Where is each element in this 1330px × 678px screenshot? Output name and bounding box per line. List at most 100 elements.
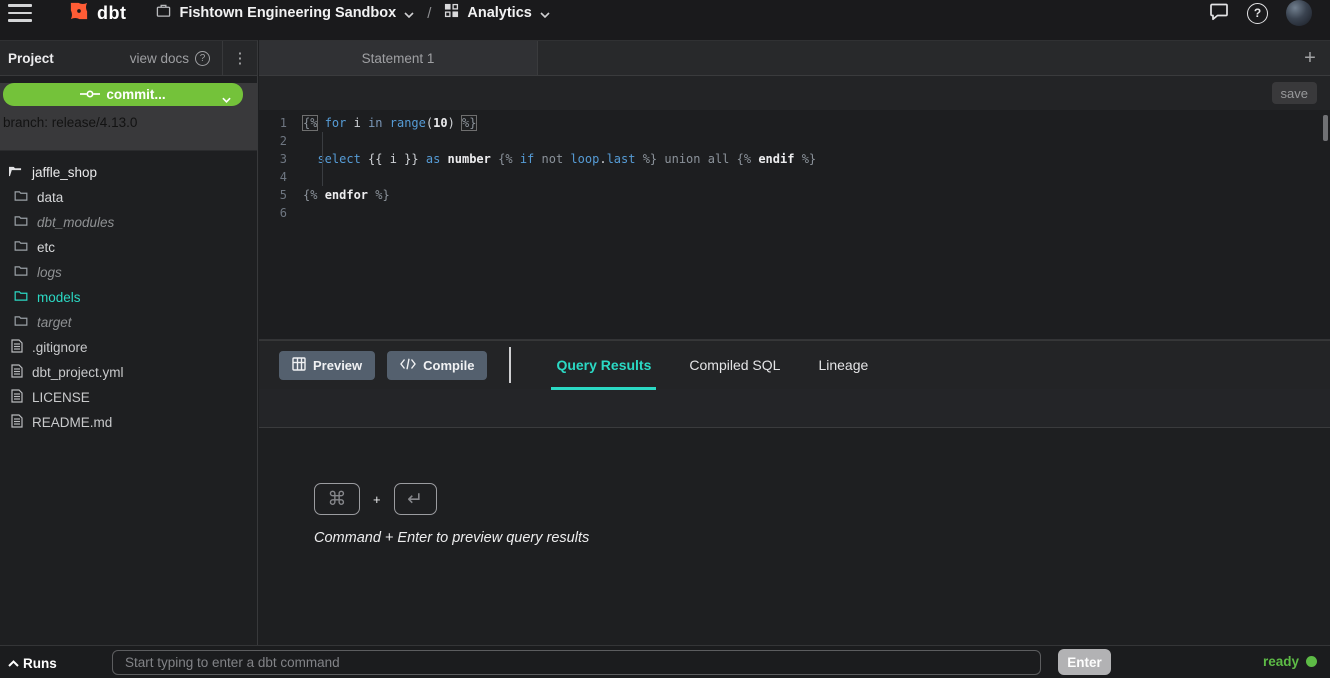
editor-scrollbar[interactable] [1323, 115, 1328, 141]
tree-item-label: LICENSE [32, 390, 90, 405]
breadcrumb-separator: / [427, 5, 431, 22]
commit-button[interactable]: commit... [3, 83, 243, 106]
main-area: Statement 1 + save 1{% for i in range(10… [259, 40, 1330, 645]
code-icon [400, 358, 416, 373]
compile-button[interactable]: Compile [387, 351, 487, 380]
chevron-down-icon [222, 91, 231, 106]
tree-item-label: data [37, 190, 63, 205]
line-number: 6 [259, 204, 303, 222]
code-editor[interactable]: 1{% for i in range(10) %}23 select {{ i … [259, 110, 1330, 340]
avatar[interactable] [1286, 0, 1312, 26]
commit-label: commit... [106, 87, 165, 102]
code-line: 3 select {{ i }} as number {% if not loo… [259, 150, 1330, 168]
help-icon[interactable]: ? [1247, 3, 1268, 24]
line-text: {% for i in range(10) %} [303, 114, 476, 132]
active-tab-underline [551, 387, 656, 390]
code-line: 5{% endfor %} [259, 186, 1330, 204]
topbar: dbt Fishtown Engineering Sandbox / [0, 0, 1330, 40]
hamburger-menu-icon[interactable] [8, 4, 32, 22]
tree-item-etc[interactable]: etc [0, 235, 257, 260]
sidebar: Project view docs ? ⋮ commit... branch: … [0, 40, 258, 645]
tree-item-readme-md[interactable]: README.md [0, 410, 257, 435]
code-line: 4 [259, 168, 1330, 186]
project-switcher[interactable]: Fishtown Engineering Sandbox [156, 3, 414, 23]
tree-item-label: jaffle_shop [32, 165, 97, 180]
code-area: 1{% for i in range(10) %}23 select {{ i … [259, 114, 1330, 222]
tab-compiled-sql[interactable]: Compiled SQL [684, 341, 785, 389]
tree-item-data[interactable]: data [0, 185, 257, 210]
tree-item-label: models [37, 290, 81, 305]
apps-grid-icon [444, 3, 459, 23]
folder-icon [14, 265, 28, 280]
file-icon [11, 364, 23, 381]
editor-tab-bar: Statement 1 + [259, 41, 1330, 76]
command-input[interactable] [112, 650, 1041, 675]
chat-icon[interactable] [1209, 1, 1229, 26]
tree-item-jaffle-shop[interactable]: jaffle_shop [0, 160, 257, 185]
kebab-menu[interactable]: ⋮ [223, 49, 257, 67]
folder-icon [14, 315, 28, 330]
tree-item-label: README.md [32, 415, 112, 430]
hint-text: Command + Enter to preview query results [314, 530, 589, 546]
line-number: 5 [259, 186, 303, 204]
view-docs-link[interactable]: view docs ? [130, 51, 210, 66]
tree-item-gitignore[interactable]: .gitignore [0, 335, 257, 360]
dbt-logo[interactable]: dbt [66, 0, 126, 29]
results-tabs: Query Results Compiled SQL Lineage [551, 341, 901, 389]
results-header-strip [259, 389, 1330, 428]
chevron-up-icon [8, 654, 19, 672]
line-number: 3 [259, 150, 303, 168]
tab-query-results[interactable]: Query Results [551, 341, 656, 389]
tree-item-label: dbt_project.yml [32, 365, 124, 380]
results-content: ⌘ + ↵ Command + Enter to preview query r… [259, 428, 1330, 600]
tree-item-dbt-modules[interactable]: dbt_modules [0, 210, 257, 235]
panel-title: Project [8, 51, 54, 66]
tab-label: Compiled SQL [689, 357, 780, 373]
tree-item-logs[interactable]: logs [0, 260, 257, 285]
command-key-icon: ⌘ [314, 483, 360, 515]
new-tab-button[interactable]: + [1298, 46, 1322, 70]
commit-section: commit... branch: release/4.13.0 [0, 83, 257, 151]
line-number: 4 [259, 168, 303, 186]
tree-item-label: logs [37, 265, 62, 280]
line-number: 2 [259, 132, 303, 150]
enter-button[interactable]: Enter [1058, 649, 1111, 675]
folder-icon [14, 290, 28, 305]
environment-switcher[interactable]: Analytics [444, 3, 549, 23]
line-number: 1 [259, 114, 303, 132]
indent-guide [322, 132, 323, 186]
line-text: select {{ i }} as number {% if not loop.… [303, 150, 816, 168]
tree-item-label: target [37, 315, 72, 330]
status-dot-icon [1306, 656, 1317, 667]
code-line: 1{% for i in range(10) %} [259, 114, 1330, 132]
table-icon [292, 357, 306, 374]
branch-label: branch: release/4.13.0 [3, 115, 257, 130]
tab-lineage[interactable]: Lineage [813, 341, 873, 389]
tree-item-models[interactable]: models [0, 285, 257, 310]
line-text: {% endfor %} [303, 186, 390, 204]
chevron-down-icon [404, 5, 414, 23]
runs-toggle[interactable]: Runs [8, 654, 57, 672]
briefcase-icon [156, 3, 171, 23]
preview-button[interactable]: Preview [279, 351, 375, 380]
status-ready: ready [1263, 654, 1317, 669]
git-commit-icon [80, 87, 100, 102]
file-icon [11, 339, 23, 356]
file-tree: jaffle_shopdata dbt_modulesetc logs models t… [0, 151, 257, 435]
tree-item-license[interactable]: LICENSE [0, 385, 257, 410]
dbt-logo-text: dbt [97, 3, 126, 24]
status-label: ready [1263, 654, 1299, 669]
tab-label: Lineage [818, 357, 868, 373]
environment-name: Analytics [467, 5, 531, 21]
editor-toolbar: save [259, 76, 1330, 110]
tree-item-label: dbt_modules [37, 215, 114, 230]
save-button[interactable]: save [1272, 82, 1317, 104]
results-toolbar: Preview Compile Query Results Compiled SQ… [259, 340, 1330, 389]
dbt-logo-icon [66, 0, 92, 29]
folder-icon [14, 190, 28, 205]
tree-item-dbt-project-yml[interactable]: dbt_project.yml [0, 360, 257, 385]
tree-item-label: .gitignore [32, 340, 88, 355]
tab-statement-1[interactable]: Statement 1 [259, 41, 538, 75]
folder-icon [14, 215, 28, 230]
tree-item-target[interactable]: target [0, 310, 257, 335]
